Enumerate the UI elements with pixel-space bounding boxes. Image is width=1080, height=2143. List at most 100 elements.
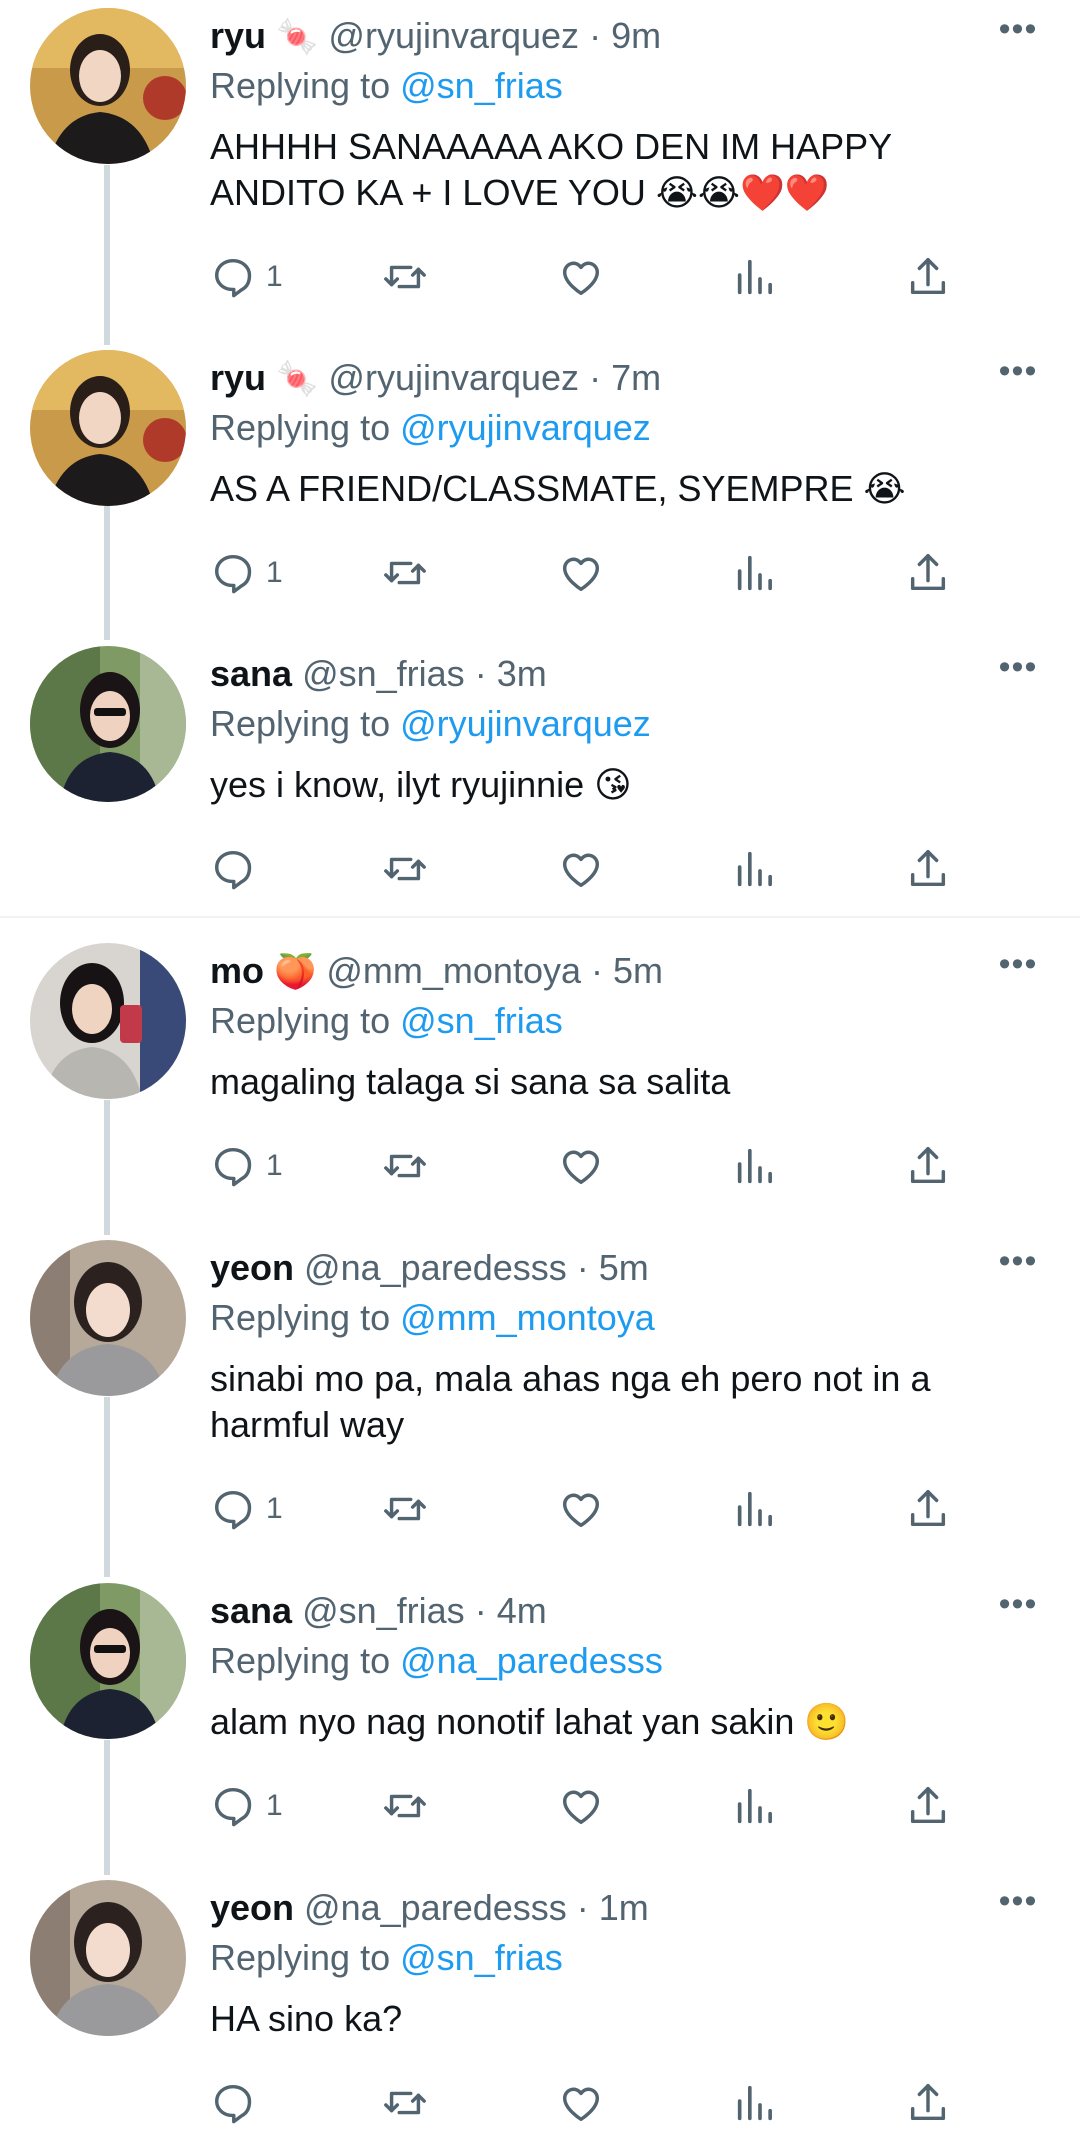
views-button[interactable] (732, 844, 778, 894)
more-icon[interactable]: ••• (998, 354, 1038, 400)
reply-icon (214, 258, 252, 298)
timestamp[interactable]: · 5m (577, 1247, 649, 1288)
replying-prefix: Replying to (210, 1000, 391, 1041)
timestamp[interactable]: · 7m (589, 357, 661, 398)
more-icon[interactable]: ••• (998, 650, 1038, 696)
more-icon[interactable]: ••• (998, 947, 1038, 993)
timestamp[interactable]: · 5m (591, 950, 663, 991)
display-name[interactable]: sana (210, 1590, 292, 1631)
timestamp[interactable]: · 1m (577, 1887, 649, 1928)
tweet[interactable]: sana @sn_frias · 3m ••• Replying to @ryu… (0, 638, 1080, 918)
reply-button[interactable]: 1 (210, 1484, 283, 1534)
share-button[interactable] (905, 1484, 951, 1534)
views-button[interactable] (732, 2078, 778, 2128)
reply-button[interactable]: 1 (210, 548, 283, 598)
username[interactable]: @na_paredesss (304, 1247, 567, 1288)
share-button[interactable] (905, 2078, 951, 2128)
reply-target-link[interactable]: @mm_montoya (400, 1297, 655, 1338)
reply-target-link[interactable]: @sn_frias (400, 1937, 563, 1978)
reply-button[interactable]: 1 (210, 1141, 283, 1191)
tweet-header: mo 🍑 @mm_montoya · 5m (210, 949, 663, 993)
tweet[interactable]: ryu 🍬 @ryujinvarquez · 9m ••• Replying t… (0, 0, 1080, 330)
reply-target-link[interactable]: @sn_frias (400, 1000, 563, 1041)
avatar-yeon[interactable] (30, 1880, 186, 2036)
like-button[interactable] (558, 1484, 604, 1534)
tweet[interactable]: mo 🍑 @mm_montoya · 5m ••• Replying to @s… (0, 935, 1080, 1231)
display-name[interactable]: yeon (210, 1247, 294, 1288)
tweet[interactable]: ryu 🍬 @ryujinvarquez · 7m ••• Replying t… (0, 342, 1080, 638)
username[interactable]: @sn_frias (302, 1590, 465, 1631)
retweet-button[interactable] (380, 252, 430, 302)
views-button[interactable] (732, 252, 778, 302)
retweet-button[interactable] (380, 1141, 430, 1191)
display-name[interactable]: ryu (210, 15, 266, 56)
share-button[interactable] (905, 252, 951, 302)
username[interactable]: @ryujinvarquez (328, 15, 579, 56)
tweet[interactable]: yeon @na_paredesss · 1m ••• Replying to … (0, 1872, 1080, 2143)
like-button[interactable] (558, 1781, 604, 1831)
more-icon[interactable]: ••• (998, 1884, 1038, 1930)
like-button[interactable] (558, 548, 604, 598)
username[interactable]: @mm_montoya (326, 950, 581, 991)
reply-button[interactable]: 1 (210, 252, 283, 302)
more-icon[interactable]: ••• (998, 1244, 1038, 1290)
views-button[interactable] (732, 1781, 778, 1831)
retweet-button[interactable] (380, 1484, 430, 1534)
retweet-button[interactable] (380, 2078, 430, 2128)
reply-button[interactable] (210, 2078, 256, 2128)
avatar-yeon[interactable] (30, 1240, 186, 1396)
thread-separator (0, 916, 1080, 918)
timestamp[interactable]: · 4m (475, 1590, 547, 1631)
timestamp[interactable]: · 3m (475, 653, 547, 694)
avatar-ryu[interactable] (30, 8, 186, 164)
username[interactable]: @na_paredesss (304, 1887, 567, 1928)
reply-target-link[interactable]: @na_paredesss (400, 1640, 663, 1681)
avatar-ryu[interactable] (30, 350, 186, 506)
retweet-button[interactable] (380, 548, 430, 598)
views-button[interactable] (732, 548, 778, 598)
share-icon (910, 554, 946, 591)
avatar-sana[interactable] (30, 646, 186, 802)
display-name[interactable]: yeon (210, 1887, 294, 1928)
share-button[interactable] (905, 1781, 951, 1831)
tweet-text-line: yes i know, ilyt ryujinnie (210, 764, 585, 805)
display-name[interactable]: sana (210, 653, 292, 694)
share-button[interactable] (905, 1141, 951, 1191)
retweet-icon (384, 1154, 426, 1178)
tweet-header: ryu 🍬 @ryujinvarquez · 7m (210, 356, 661, 400)
tweet[interactable]: sana @sn_frias · 4m ••• Replying to @na_… (0, 1575, 1080, 1871)
display-name[interactable]: ryu (210, 357, 266, 398)
more-icon[interactable]: ••• (998, 1587, 1038, 1633)
share-button[interactable] (905, 844, 951, 894)
retweet-button[interactable] (380, 844, 430, 894)
reply-button[interactable]: 1 (210, 1781, 283, 1831)
like-button[interactable] (558, 844, 604, 894)
tweet[interactable]: yeon @na_paredesss · 5m ••• Replying to … (0, 1232, 1080, 1574)
timestamp[interactable]: · 9m (589, 15, 661, 56)
display-name[interactable]: mo (210, 950, 264, 991)
username[interactable]: @ryujinvarquez (328, 357, 579, 398)
tweet-text-line: HA sino ka? (210, 1998, 403, 2039)
like-button[interactable] (558, 1141, 604, 1191)
retweet-icon (384, 265, 426, 289)
tweet-text: sinabi mo pa, mala ahas nga eh pero not … (210, 1356, 1030, 1448)
reply-target-link[interactable]: @sn_frias (400, 65, 563, 106)
tweet-text-line: harmful way (210, 1404, 405, 1445)
like-button[interactable] (558, 252, 604, 302)
reply-button[interactable] (210, 844, 256, 894)
replying-to: Replying to @sn_frias (210, 64, 563, 108)
more-icon[interactable]: ••• (998, 12, 1038, 58)
share-icon (910, 258, 946, 295)
avatar-sana[interactable] (30, 1583, 186, 1739)
share-button[interactable] (905, 548, 951, 598)
reply-target-link[interactable]: @ryujinvarquez (400, 703, 651, 744)
reply-count: 1 (266, 1789, 283, 1822)
avatar-mo[interactable] (30, 943, 186, 1099)
action-bar: 1 (210, 1141, 970, 1191)
retweet-button[interactable] (380, 1781, 430, 1831)
reply-target-link[interactable]: @ryujinvarquez (400, 407, 651, 448)
like-button[interactable] (558, 2078, 604, 2128)
username[interactable]: @sn_frias (302, 653, 465, 694)
views-button[interactable] (732, 1484, 778, 1534)
views-button[interactable] (732, 1141, 778, 1191)
